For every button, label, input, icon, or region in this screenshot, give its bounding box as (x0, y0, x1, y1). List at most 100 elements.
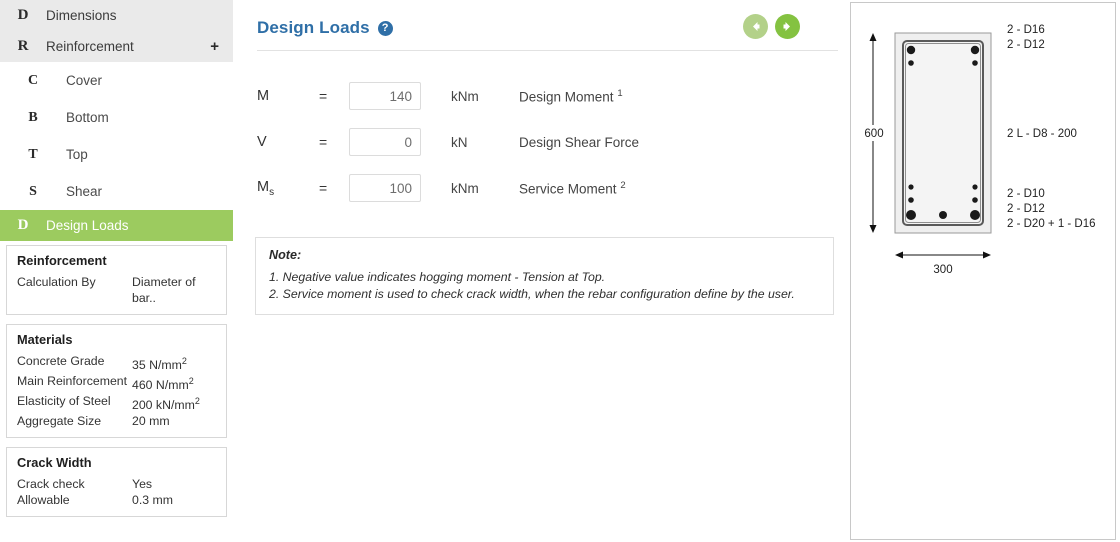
footnote-marker: 2 (620, 179, 626, 191)
note-box: Note: 1. Negative value indicates hoggin… (255, 237, 834, 315)
note-line: 1. Negative value indicates hogging mome… (269, 270, 606, 284)
form-symbol: M (257, 88, 319, 104)
page-title: Design Loads (257, 18, 370, 37)
cross-section-drawing: 600 300 2 - D16 2 - D12 2 L - D8 - 200 2… (859, 24, 1096, 276)
footnote-marker: 1 (617, 87, 623, 99)
sidebar-nav: D Dimensions R Reinforcement + C Cover B Bottom T… (0, 0, 233, 241)
rebar-label-stirrup: 2 L - D8 - 200 (1007, 128, 1077, 140)
main-header: Design Loads ? (257, 0, 838, 51)
form-symbol-text: M (257, 178, 270, 195)
form-symbol-text: V (257, 134, 267, 150)
sidebar-item-letter: R (17, 38, 29, 54)
rebar-bottom-middle (972, 197, 978, 203)
rebar-top-corner (906, 45, 916, 55)
design-loads-form: M = kNm Design Moment 1 V = kN Design Shear For… (233, 51, 848, 211)
equals-sign: = (319, 88, 328, 104)
form-symbol: V (257, 134, 319, 150)
form-description: Design Moment 1 (519, 88, 623, 105)
info-card-reinforcement: Reinforcement Calculation By Diameter of b… (6, 245, 227, 315)
sidebar-item-letter: D (17, 7, 29, 23)
form-description: Design Shear Force (519, 135, 639, 150)
form-row: M = kNm Design Moment 1 (257, 73, 848, 119)
info-row-value: 460 N/mm2 (132, 373, 216, 393)
note-title: Note: (269, 248, 302, 262)
info-card-row: Calculation By Diameter of bar.. (17, 274, 216, 306)
dimension-height-label: 600 (864, 128, 883, 140)
input-v[interactable] (349, 128, 421, 156)
info-card-crack-width: Crack Width Crack check Yes Allowable 0.3 mm (6, 447, 227, 518)
equals-sign: = (319, 134, 328, 150)
info-row-value: 20 mm (132, 413, 216, 429)
sidebar-item-label: Cover (66, 73, 103, 88)
info-card-row: Aggregate Size 20 mm (17, 413, 216, 429)
info-row-value-text: 20 mm (132, 414, 170, 429)
beam-section-diagram: 600 300 2 - D16 2 - D12 2 L - D8 - 200 2… (850, 2, 1116, 540)
sidebar-item-design-loads[interactable]: D Design Loads (0, 210, 233, 241)
sidebar-item-shear[interactable]: S Shear (0, 173, 233, 210)
rebar-bottom-center (939, 211, 947, 219)
form-unit: kN (451, 134, 468, 150)
info-row-value-text: 460 N/mm (132, 378, 189, 393)
info-card-row: Main Reinforcement 460 N/mm2 (17, 373, 216, 393)
input-ms[interactable] (349, 174, 421, 202)
form-row: Ms=kNmService Moment 2 (257, 165, 848, 211)
rebar-bottom-corner (906, 210, 916, 220)
form-description: Service Moment 2 (519, 180, 626, 197)
rebar-label-bottom-2: 2 - D12 (1007, 203, 1045, 215)
rebar-bottom-corner (970, 210, 980, 220)
previous-arrow-icon[interactable] (743, 14, 768, 39)
form-description-text: Service Moment (519, 181, 617, 197)
info-row-value-text: 35 N/mm (132, 358, 182, 373)
info-row-key: Elasticity of Steel (17, 394, 111, 409)
unit-superscript: 2 (181, 356, 187, 366)
question-mark-icon[interactable]: ? (377, 20, 393, 36)
form-symbol-text: M (257, 88, 270, 104)
info-row-key: Allowable (17, 493, 70, 508)
expand-plus-icon[interactable]: + (210, 38, 223, 55)
sidebar-info-cards: Reinforcement Calculation By Diameter of b… (0, 245, 233, 518)
info-card-materials: Materials Concrete Grade 35 N/mm2 Main Rein… (6, 324, 227, 439)
rebar-label-bottom-1: 2 - D10 (1007, 188, 1045, 200)
info-row-key: Main Reinforcement (17, 374, 128, 389)
info-card-title: Crack Width (17, 455, 92, 471)
info-row-value-text: Yes (132, 477, 153, 492)
info-row-value: 35 N/mm2 (132, 353, 216, 373)
info-card-row: Elasticity of Steel 200 kN/mm2 (17, 393, 216, 413)
unit-superscript: 2 (188, 376, 194, 387)
nav-arrows (743, 14, 800, 39)
sidebar-item-top[interactable]: T Top (0, 136, 233, 173)
rebar-label-top-2: 2 - D12 (1007, 39, 1045, 51)
sidebar-item-reinforcement[interactable]: R Reinforcement + (0, 31, 233, 62)
beam-design-app: D Dimensions R Reinforcement + C Cover B Bottom T… (0, 0, 1120, 542)
sidebar-item-letter: C (27, 72, 39, 88)
dimension-width-label: 300 (933, 264, 952, 276)
sidebar-item-label: Design Loads (46, 218, 129, 233)
rebar-label-top-1: 2 - D16 (1007, 24, 1045, 36)
form-symbol: Ms (257, 179, 319, 198)
sidebar-item-label: Bottom (66, 110, 109, 125)
rebar-top-second (908, 60, 914, 66)
rebar-top-corner (970, 45, 980, 55)
unit-superscript: 2 (194, 396, 200, 407)
rebar-bottom-upper (908, 184, 914, 190)
info-card-row: Crack check Yes (17, 476, 216, 492)
form-unit: kNm (451, 88, 479, 104)
info-row-value: 200 kN/mm2 (132, 393, 216, 413)
info-row-value-text: 0.3 mm (132, 493, 173, 508)
sidebar-item-dimensions[interactable]: D Dimensions (0, 0, 233, 31)
sidebar-item-bottom[interactable]: B Bottom (0, 99, 233, 136)
info-row-value-text: Diameter of bar.. (132, 275, 196, 305)
next-arrow-icon[interactable] (775, 14, 800, 39)
rebar-top-second (972, 60, 978, 66)
sidebar-item-cover[interactable]: C Cover (0, 62, 233, 99)
info-card-title: Reinforcement (17, 253, 107, 268)
sidebar-item-letter: T (28, 146, 38, 162)
rebar-label-bottom-3: 2 - D20 + 1 - D16 (1007, 218, 1096, 230)
input-m[interactable] (349, 82, 421, 110)
form-description-text: Design Shear Force (519, 134, 640, 150)
form-unit: kNm (451, 180, 479, 196)
info-row-value: Diameter of bar.. (132, 274, 216, 306)
info-row-key: Calculation By (17, 275, 96, 289)
sidebar-item-label: Reinforcement (46, 39, 134, 54)
info-row-value: 0.3 mm (132, 492, 216, 508)
